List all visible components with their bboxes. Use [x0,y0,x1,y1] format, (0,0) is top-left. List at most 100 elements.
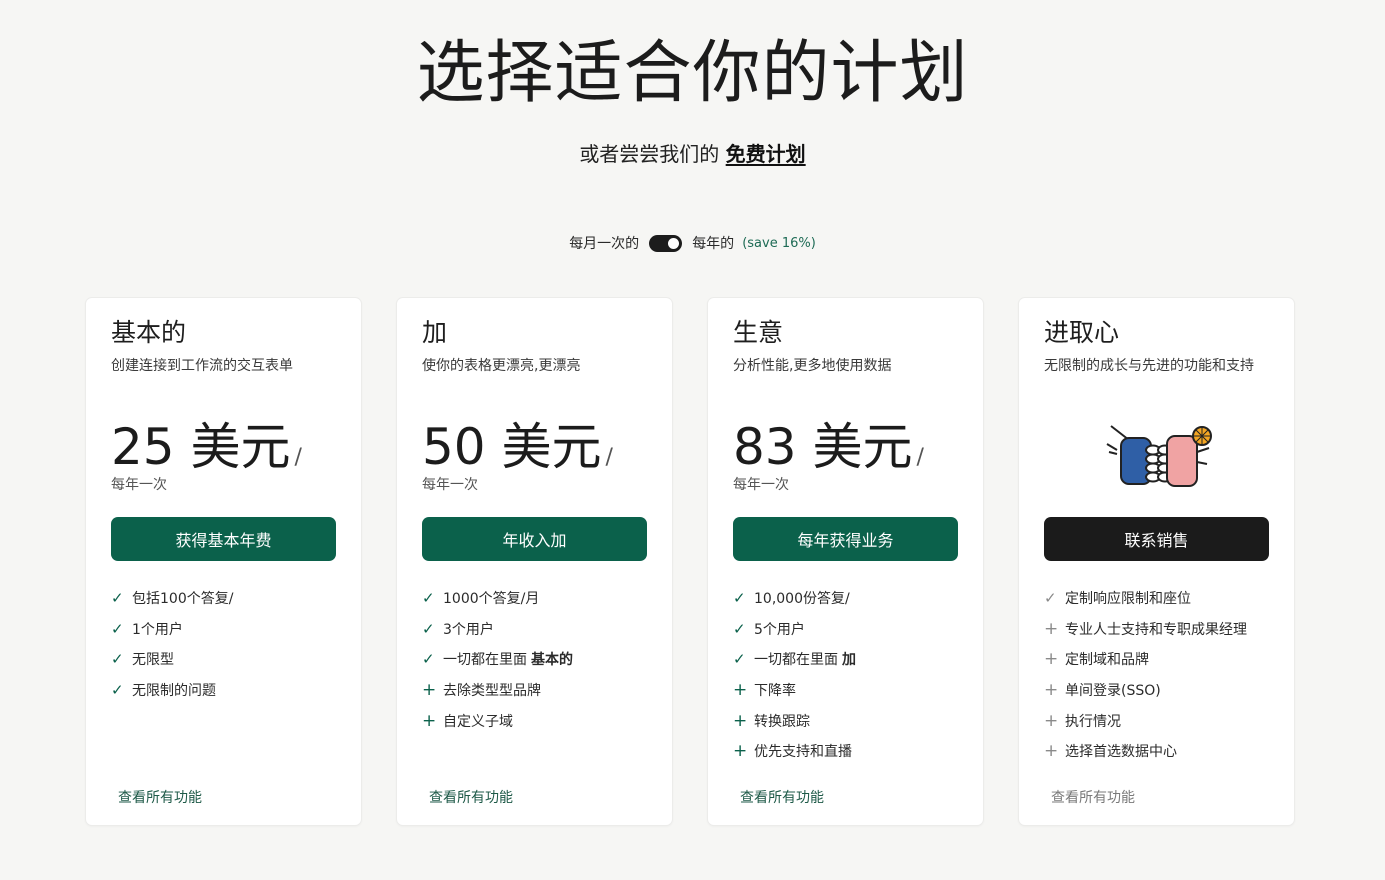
check-icon: ✓ [733,619,746,638]
save-badge: (save 16%) [742,235,816,251]
feature-text: 1个用户 [132,621,183,638]
plus-icon: + [733,741,748,762]
feature-item: + 优先支持和直播 [733,736,856,767]
plan-description: 无限制的成长与先进的功能和支持 [1044,358,1254,374]
get-basic-button[interactable]: 获得基本年费 [111,517,336,561]
check-icon: ✓ [111,650,124,669]
see-all-features-link[interactable]: 查看所有功能 [118,787,202,807]
plan-description: 使你的表格更漂亮,更漂亮 [422,358,581,374]
hands-with-drinks-illustration [1106,425,1212,487]
toggle-knob [668,237,680,249]
plus-icon: + [422,680,437,701]
feature-text: 优先支持和直播 [754,744,852,761]
price-suffix: / [605,445,613,470]
plus-icon: + [422,710,437,731]
contact-sales-button[interactable]: 联系销售 [1044,517,1269,561]
feature-text: 选择首选数据中心 [1065,744,1177,761]
feature-text: 定制响应限制和座位 [1065,591,1191,608]
plus-icon: + [733,710,748,731]
price-suffix: / [916,445,924,470]
check-icon: ✓ [422,589,435,608]
feature-text: 1000个答复/月 [443,591,540,608]
billing-period: 每年一次 [111,477,167,493]
feature-item: + 下降率 [733,675,856,706]
feature-item: ✓ 1个用户 [111,614,233,645]
feature-item: + 单间登录(SSO) [1044,675,1247,706]
billing-toggle-row: 每月一次的 每年的 (save 16%) [0,232,1385,254]
plus-icon: + [1044,649,1059,670]
price-value: 50 美元 [422,418,602,476]
feature-item: ✓ 5个用户 [733,614,856,645]
feature-item: ✓ 10,000份答复/ [733,583,856,614]
check-icon: ✓ [422,650,435,669]
page-title: 选择适合你的计划 [416,34,969,113]
feature-text: 自定义子域 [443,713,513,730]
feature-item: + 专业人士支持和专职成果经理 [1044,614,1247,645]
check-icon: ✓ [422,619,435,638]
get-business-button[interactable]: 每年获得业务 [733,517,958,561]
check-icon: ✓ [111,681,124,700]
see-all-features-link[interactable]: 查看所有功能 [1051,787,1135,807]
plus-icon: + [1044,710,1059,731]
feature-item: + 定制域和品牌 [1044,644,1247,675]
plan-card-basic: 基本的 创建连接到工作流的交互表单 25 美元 / 每年一次 获得基本年费 ✓ 包括… [86,298,361,825]
feature-text: 无限型 [132,652,174,669]
feature-bold-text: 基本的 [531,652,573,669]
price-suffix: / [294,445,302,470]
feature-item: + 自定义子域 [422,705,573,736]
feature-list: ✓ 定制响应限制和座位 + 专业人士支持和专职成果经理 + 定制域和品牌 + 单间登录(… [1044,583,1247,767]
feature-text: 10,000份答复/ [754,591,850,608]
get-plus-button[interactable]: 年收入加 [422,517,647,561]
feature-list: ✓ 1000个答复/月 ✓ 3个用户 ✓ 一切都在里面 基本的 + 去除类型型品牌 + 自定… [422,583,573,736]
plan-description: 创建连接到工作流的交互表单 [111,358,293,374]
feature-list: ✓ 10,000份答复/ ✓ 5个用户 ✓ 一切都在里面加 + 下降率 + 转换跟踪 + 优… [733,583,856,767]
feature-item: ✓ 无限制的问题 [111,675,233,706]
billing-toggle[interactable] [649,234,683,252]
see-all-features-link[interactable]: 查看所有功能 [429,787,513,807]
feature-text: 去除类型型品牌 [443,683,541,700]
plan-card-business: 生意 分析性能,更多地使用数据 83 美元 / 每年一次 每年获得业务 ✓ 10,0… [708,298,983,825]
feature-text: 5个用户 [754,621,805,638]
yearly-label[interactable]: 每年的 [692,233,734,253]
feature-text: 定制域和品牌 [1065,652,1149,669]
feature-text: 包括100个答复/ [132,591,234,608]
plan-name: 加 [422,318,448,347]
plus-icon: + [1044,741,1059,762]
plan-name: 基本的 [111,318,187,347]
plan-card-enterprise: 进取心 无限制的成长与先进的功能和支持 联系销售 ✓ 定制响应限制和座位 + 专业人… [1019,298,1294,825]
billing-period: 每年一次 [733,477,789,493]
see-all-features-link[interactable]: 查看所有功能 [740,787,824,807]
hero-subtitle: 或者尝尝我们的 免费计划 [0,140,1385,168]
feature-text: 无限制的问题 [132,683,216,700]
monthly-label[interactable]: 每月一次的 [569,233,639,253]
feature-item: + 去除类型型品牌 [422,675,573,706]
price-value: 25 美元 [111,418,291,476]
check-icon: ✓ [111,619,124,638]
check-icon: ✓ [111,589,124,608]
feature-item: + 执行情况 [1044,705,1247,736]
feature-item: ✓ 定制响应限制和座位 [1044,583,1247,614]
feature-item: ✓ 包括100个答复/ [111,583,233,614]
check-icon: ✓ [1044,589,1057,608]
feature-item: + 转换跟踪 [733,705,856,736]
price-value: 83 美元 [733,418,913,476]
feature-text: 一切都在里面 [443,652,527,669]
plan-description: 分析性能,更多地使用数据 [733,358,892,374]
feature-text: 执行情况 [1065,713,1121,730]
billing-period: 每年一次 [422,477,478,493]
feature-text: 转换跟踪 [754,713,810,730]
check-icon: ✓ [733,589,746,608]
feature-text: 专业人士支持和专职成果经理 [1065,621,1247,638]
feature-bold-text: 加 [842,652,856,669]
free-plan-link[interactable]: 免费计划 [726,142,806,166]
feature-text: 单间登录(SSO) [1065,683,1161,700]
feature-item: ✓ 一切都在里面加 [733,644,856,675]
feature-item: ✓ 1000个答复/月 [422,583,573,614]
feature-text: 下降率 [754,683,796,700]
subtitle-prefix: 或者尝尝我们的 [579,142,720,166]
plus-icon: + [1044,618,1059,639]
check-icon: ✓ [733,650,746,669]
plan-card-plus: 加 使你的表格更漂亮,更漂亮 50 美元 / 每年一次 年收入加 ✓ 1000个答复… [397,298,672,825]
plan-name: 生意 [733,318,784,347]
feature-item: ✓ 3个用户 [422,614,573,645]
